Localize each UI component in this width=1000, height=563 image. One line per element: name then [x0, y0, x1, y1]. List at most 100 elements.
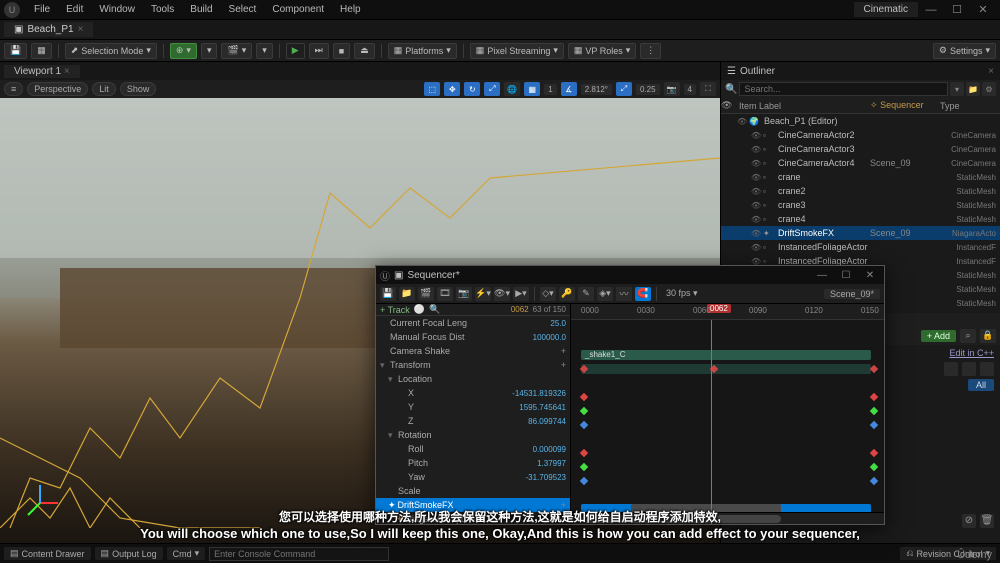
outliner-root[interactable]: 👁 🌍 Beach_P1 (Editor) [721, 114, 1000, 128]
seq-browse-icon[interactable]: 📁 [399, 287, 415, 301]
sequencer-tree[interactable]: + Track ⚪ 🔍 0062 63 of 150 Current Focal… [376, 304, 571, 524]
scene-breadcrumb[interactable]: Scene_09* [824, 289, 880, 299]
timeline-lane[interactable]: _shake1_C [571, 348, 884, 362]
outliner-search-input[interactable] [739, 82, 948, 96]
eye-icon[interactable]: 👁 [751, 159, 763, 168]
track-row[interactable]: Yaw-31.709523 [376, 470, 570, 484]
track-value[interactable]: 0.000099 [533, 445, 566, 454]
timeline-lane[interactable] [571, 404, 884, 418]
tab-close-icon[interactable]: × [988, 66, 994, 77]
timeline-lane[interactable] [571, 362, 884, 376]
sequencer-window[interactable]: Ⓤ ▣ Sequencer* — ☐ ✕ 💾 📁 🎬 🎞 📷 ⚡▾ 👁▾ ▶▾ … [375, 265, 885, 525]
timeline-lane[interactable] [571, 446, 884, 460]
skip-button[interactable]: ⏭ [309, 43, 329, 59]
keyframe[interactable] [580, 407, 588, 415]
tab-close-icon[interactable]: × [64, 66, 70, 77]
filter-icon[interactable]: ▾ [950, 82, 964, 96]
seq-snap-icon[interactable]: 🧲 [635, 287, 651, 301]
playhead[interactable] [711, 320, 712, 524]
sequencer-timeline[interactable]: 0062 000000300060009001200150 _shake1_CL… [571, 304, 884, 524]
keyframe[interactable] [580, 449, 588, 457]
eye-icon[interactable]: 👁 [751, 131, 763, 140]
add-key-icon[interactable]: + [561, 514, 566, 524]
eye-icon[interactable]: 👁 [751, 215, 763, 224]
cmd-dropdown[interactable]: Cmd ▾ [167, 547, 206, 560]
transform-scale-icon[interactable]: ⤢ [484, 82, 500, 96]
track-row[interactable]: Y1595.745641 [376, 400, 570, 414]
seq-actions-icon[interactable]: ⚡▾ [475, 287, 491, 301]
browse-button[interactable]: ▦ [31, 43, 52, 59]
menu-select[interactable]: Select [221, 4, 265, 15]
keyframe[interactable] [870, 407, 878, 415]
camera-speed-value[interactable]: 4 [684, 84, 696, 95]
pixel-streaming-button[interactable]: ▦Pixel Streaming▾ [470, 43, 564, 59]
stop-button[interactable]: ■ [333, 43, 350, 59]
outliner-row[interactable]: 👁▫CineCameraActor4Scene_09CineCamera [721, 156, 1000, 170]
track-row[interactable]: ▾Rotation [376, 428, 570, 442]
angle-snap-value[interactable]: 2.812° [581, 84, 612, 95]
keyframe[interactable] [870, 449, 878, 457]
timeline-lane[interactable] [571, 390, 884, 404]
window-minimize-icon[interactable]: — [812, 270, 832, 281]
track-row[interactable]: ▾Transform+ [376, 358, 570, 372]
track-row[interactable]: Manual Focus Dist100000.0 [376, 330, 570, 344]
show-dropdown[interactable]: Show [120, 82, 157, 96]
menu-edit[interactable]: Edit [58, 4, 91, 15]
outliner-row[interactable]: 👁▫crane3StaticMesh [721, 198, 1000, 212]
eye-icon[interactable]: 👁 [751, 201, 763, 210]
content-drawer-button[interactable]: ▤Content Drawer [4, 547, 91, 560]
outliner-row[interactable]: 👁✦DriftSmokeFXScene_09NiagaraActo [721, 226, 1000, 240]
keyframe[interactable] [870, 421, 878, 429]
output-log-button[interactable]: ▤Output Log [95, 547, 163, 560]
keyframe[interactable] [580, 477, 588, 485]
clip-bar[interactable]: _shake1_C [581, 350, 871, 360]
seq-edit-icon[interactable]: ✎ [578, 287, 594, 301]
angle-snap-icon[interactable]: ∡ [561, 82, 577, 96]
seq-key-icon[interactable]: ◇▾ [540, 287, 556, 301]
menu-window[interactable]: Window [91, 4, 143, 15]
scrollbar-thumb[interactable] [581, 515, 781, 523]
eye-icon[interactable]: 👁 [751, 173, 763, 182]
save-button[interactable]: 💾 [4, 43, 27, 59]
scale-snap-icon[interactable]: ⤢ [616, 82, 632, 96]
filter-eye-icon[interactable] [980, 362, 994, 376]
folder-icon[interactable]: 📁 [966, 82, 980, 96]
track-row[interactable]: Z86.099744 [376, 414, 570, 428]
track-value[interactable]: -14531.819326 [512, 389, 566, 398]
trash-icon[interactable]: 🗑 [980, 514, 994, 528]
track-value[interactable]: 100000.0 [533, 333, 566, 342]
details-browse-icon[interactable]: ⌕ [960, 329, 976, 343]
menu-component[interactable]: Component [264, 4, 332, 15]
sequencer-titlebar[interactable]: Ⓤ ▣ Sequencer* — ☐ ✕ [376, 266, 884, 284]
timeline-ruler[interactable]: 0062 000000300060009001200150 [571, 304, 884, 320]
play-button[interactable]: ▶ [286, 43, 305, 59]
filter-star-icon[interactable] [962, 362, 976, 376]
seq-allkey-icon[interactable]: ◈▾ [597, 287, 613, 301]
keyframe[interactable] [580, 421, 588, 429]
sequencer-button[interactable]: ▾ [256, 43, 273, 59]
track-row[interactable]: ✦ NiagaraComponent0+ [376, 512, 570, 524]
menu-file[interactable]: File [26, 4, 58, 15]
add-key-icon[interactable]: + [561, 500, 566, 510]
transform-rotate-icon[interactable]: ↻ [464, 82, 480, 96]
platforms-button[interactable]: ▦Platforms▾ [388, 43, 457, 59]
transform-select-icon[interactable]: ⬚ [424, 82, 440, 96]
timeline-lane[interactable] [571, 432, 884, 446]
outliner-row[interactable]: 👁▫InstancedFoliageActorInstancedF [721, 240, 1000, 254]
seq-render-icon[interactable]: 🎬 [418, 287, 434, 301]
add-track-button[interactable]: + Track [380, 305, 410, 315]
timeline-lane[interactable] [571, 334, 884, 348]
keyframe[interactable] [580, 393, 588, 401]
filter-list-icon[interactable] [944, 362, 958, 376]
seq-playback-icon[interactable]: ▶▾ [513, 287, 529, 301]
details-lock-icon[interactable]: 🔒 [980, 329, 996, 343]
grid-snap-value[interactable]: 1 [544, 84, 556, 95]
timeline-scrollbar[interactable] [571, 512, 884, 524]
track-row[interactable]: Pitch1.37997 [376, 456, 570, 470]
track-row[interactable]: Current Focal Leng25.0 [376, 316, 570, 330]
seq-autokey-icon[interactable]: 🔑 [559, 287, 575, 301]
eye-icon[interactable]: 👁 [751, 187, 763, 196]
outliner-row[interactable]: 👁▫CineCameraActor2CineCamera [721, 128, 1000, 142]
track-row[interactable]: Camera Shake+ [376, 344, 570, 358]
window-maximize-icon[interactable]: ☐ [836, 270, 856, 281]
